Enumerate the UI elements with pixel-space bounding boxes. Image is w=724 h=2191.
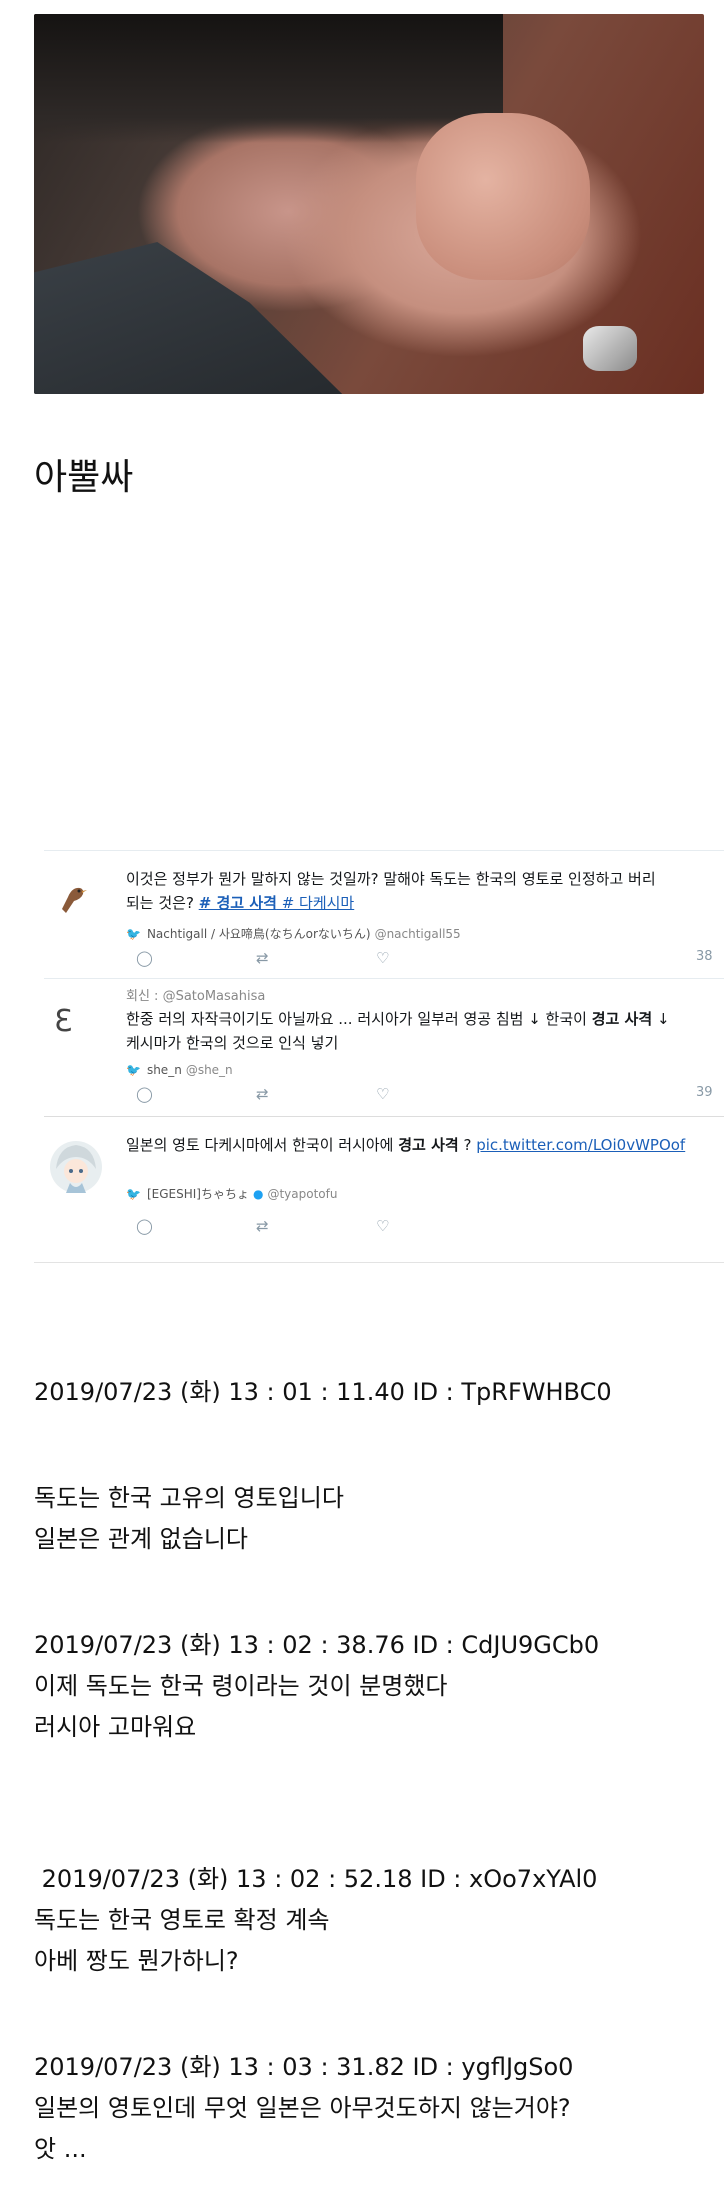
tweet-card[interactable]: 이것은 정부가 뭔가 말하지 않는 것일까? 말해야 독도는 한국의 영토로 인… (44, 850, 724, 979)
pic-link[interactable]: pic.twitter.com/LOi0vWPOof (476, 1136, 685, 1154)
hashtag-link[interactable]: # 경고 사격 (199, 894, 277, 912)
reply-icon[interactable]: ◯ (136, 949, 153, 967)
article-title: 아뿔싸 (34, 457, 134, 498)
post-line: 아베 짱도 뭔가하니? (34, 1947, 239, 1975)
like-count: 38 (696, 949, 713, 964)
post-line: 앗 ... (34, 2135, 87, 2163)
post-line: 이제 독도는 한국 령이라는 것이 분명했다 (34, 1672, 448, 1700)
article-photo (34, 14, 704, 394)
reply-to[interactable]: 회신 : @SatoMasahisa (126, 985, 265, 1004)
post-header: 2019/07/23 (화) 13 : 03 : 31.82 ID : ygfl… (34, 2053, 574, 2081)
post-line: 독도는 한국 고유의 영토입니다 (34, 1484, 344, 1512)
like-icon[interactable]: ♡ (376, 1217, 389, 1235)
verified-icon: ● (252, 1187, 264, 1201)
tweet-author[interactable]: 🐦 [EGESHI]ちゃちょ ● @tyapotofu (126, 1185, 337, 1202)
tweet-text: 이것은 정부가 뭔가 말하지 않는 것일까? 말해야 독도는 한국의 영토로 인… (126, 870, 656, 912)
tweet-author[interactable]: 🐦 she_n @she_n (126, 1063, 233, 1077)
tweet-text: 한중 러의 자작극이기도 아닐까요 ... 러시아가 일부러 영공 침범 ↓ 한… (126, 1010, 670, 1052)
retweet-icon[interactable]: ⇄ (256, 1217, 269, 1235)
reply-icon[interactable]: ◯ (136, 1085, 153, 1103)
post-line: 독도는 한국 영토로 확정 계속 (34, 1906, 330, 1934)
bird-avatar-icon (62, 887, 87, 913)
twitter-bird-icon: 🐦 (126, 1063, 141, 1077)
post-header: 2019/07/23 (화) 13 : 01 : 11.40 ID : TpRF… (34, 1378, 612, 1406)
like-icon[interactable]: ♡ (376, 1085, 389, 1103)
post-header: 2019/07/23 (화) 13 : 02 : 38.76 ID : CdJU… (34, 1631, 600, 1659)
twitter-bird-icon: 🐦 (126, 927, 141, 941)
tweet-text: 일본의 영토 다케시마에서 한국이 러시아에 경고 사격 ? pic.twitt… (126, 1136, 686, 1154)
twitter-bird-icon: 🐦 (126, 1187, 141, 1201)
retweet-icon[interactable]: ⇄ (256, 949, 269, 967)
tweets-embed: 이것은 정부가 뭔가 말하지 않는 것일까? 말해야 독도는 한국의 영토로 인… (34, 850, 724, 1263)
tweet-card[interactable]: 일본의 영토 다케시마에서 한국이 러시아에 경고 사격 ? pic.twitt… (44, 1116, 724, 1257)
tweet-card[interactable]: ℇ 회신 : @SatoMasahisa 한중 러의 자작극이기도 아닐까요 .… (44, 978, 724, 1103)
reply-icon[interactable]: ◯ (136, 1217, 153, 1235)
hashtag-link[interactable]: # 다케시마 (277, 894, 355, 912)
tweet-author[interactable]: 🐦 Nachtigall / 사요啼鳥(なちんorないちん) @nachtigall… (126, 925, 461, 942)
text-avatar-icon: ℇ (54, 1004, 73, 1039)
post-line: 일본의 영토인데 무엇 일본은 아무것도하지 않는거야? (34, 2094, 571, 2122)
post-line: 일본은 관계 없습니다 (34, 1525, 248, 1553)
like-count: 39 (696, 1085, 713, 1100)
post-line: 러시아 고마워요 (34, 1713, 197, 1741)
post-header: 2019/07/23 (화) 13 : 02 : 52.18 ID : xOo7… (34, 1865, 598, 1893)
retweet-icon[interactable]: ⇄ (256, 1085, 269, 1103)
anime-avatar-icon (50, 1141, 102, 1193)
like-icon[interactable]: ♡ (376, 949, 389, 967)
